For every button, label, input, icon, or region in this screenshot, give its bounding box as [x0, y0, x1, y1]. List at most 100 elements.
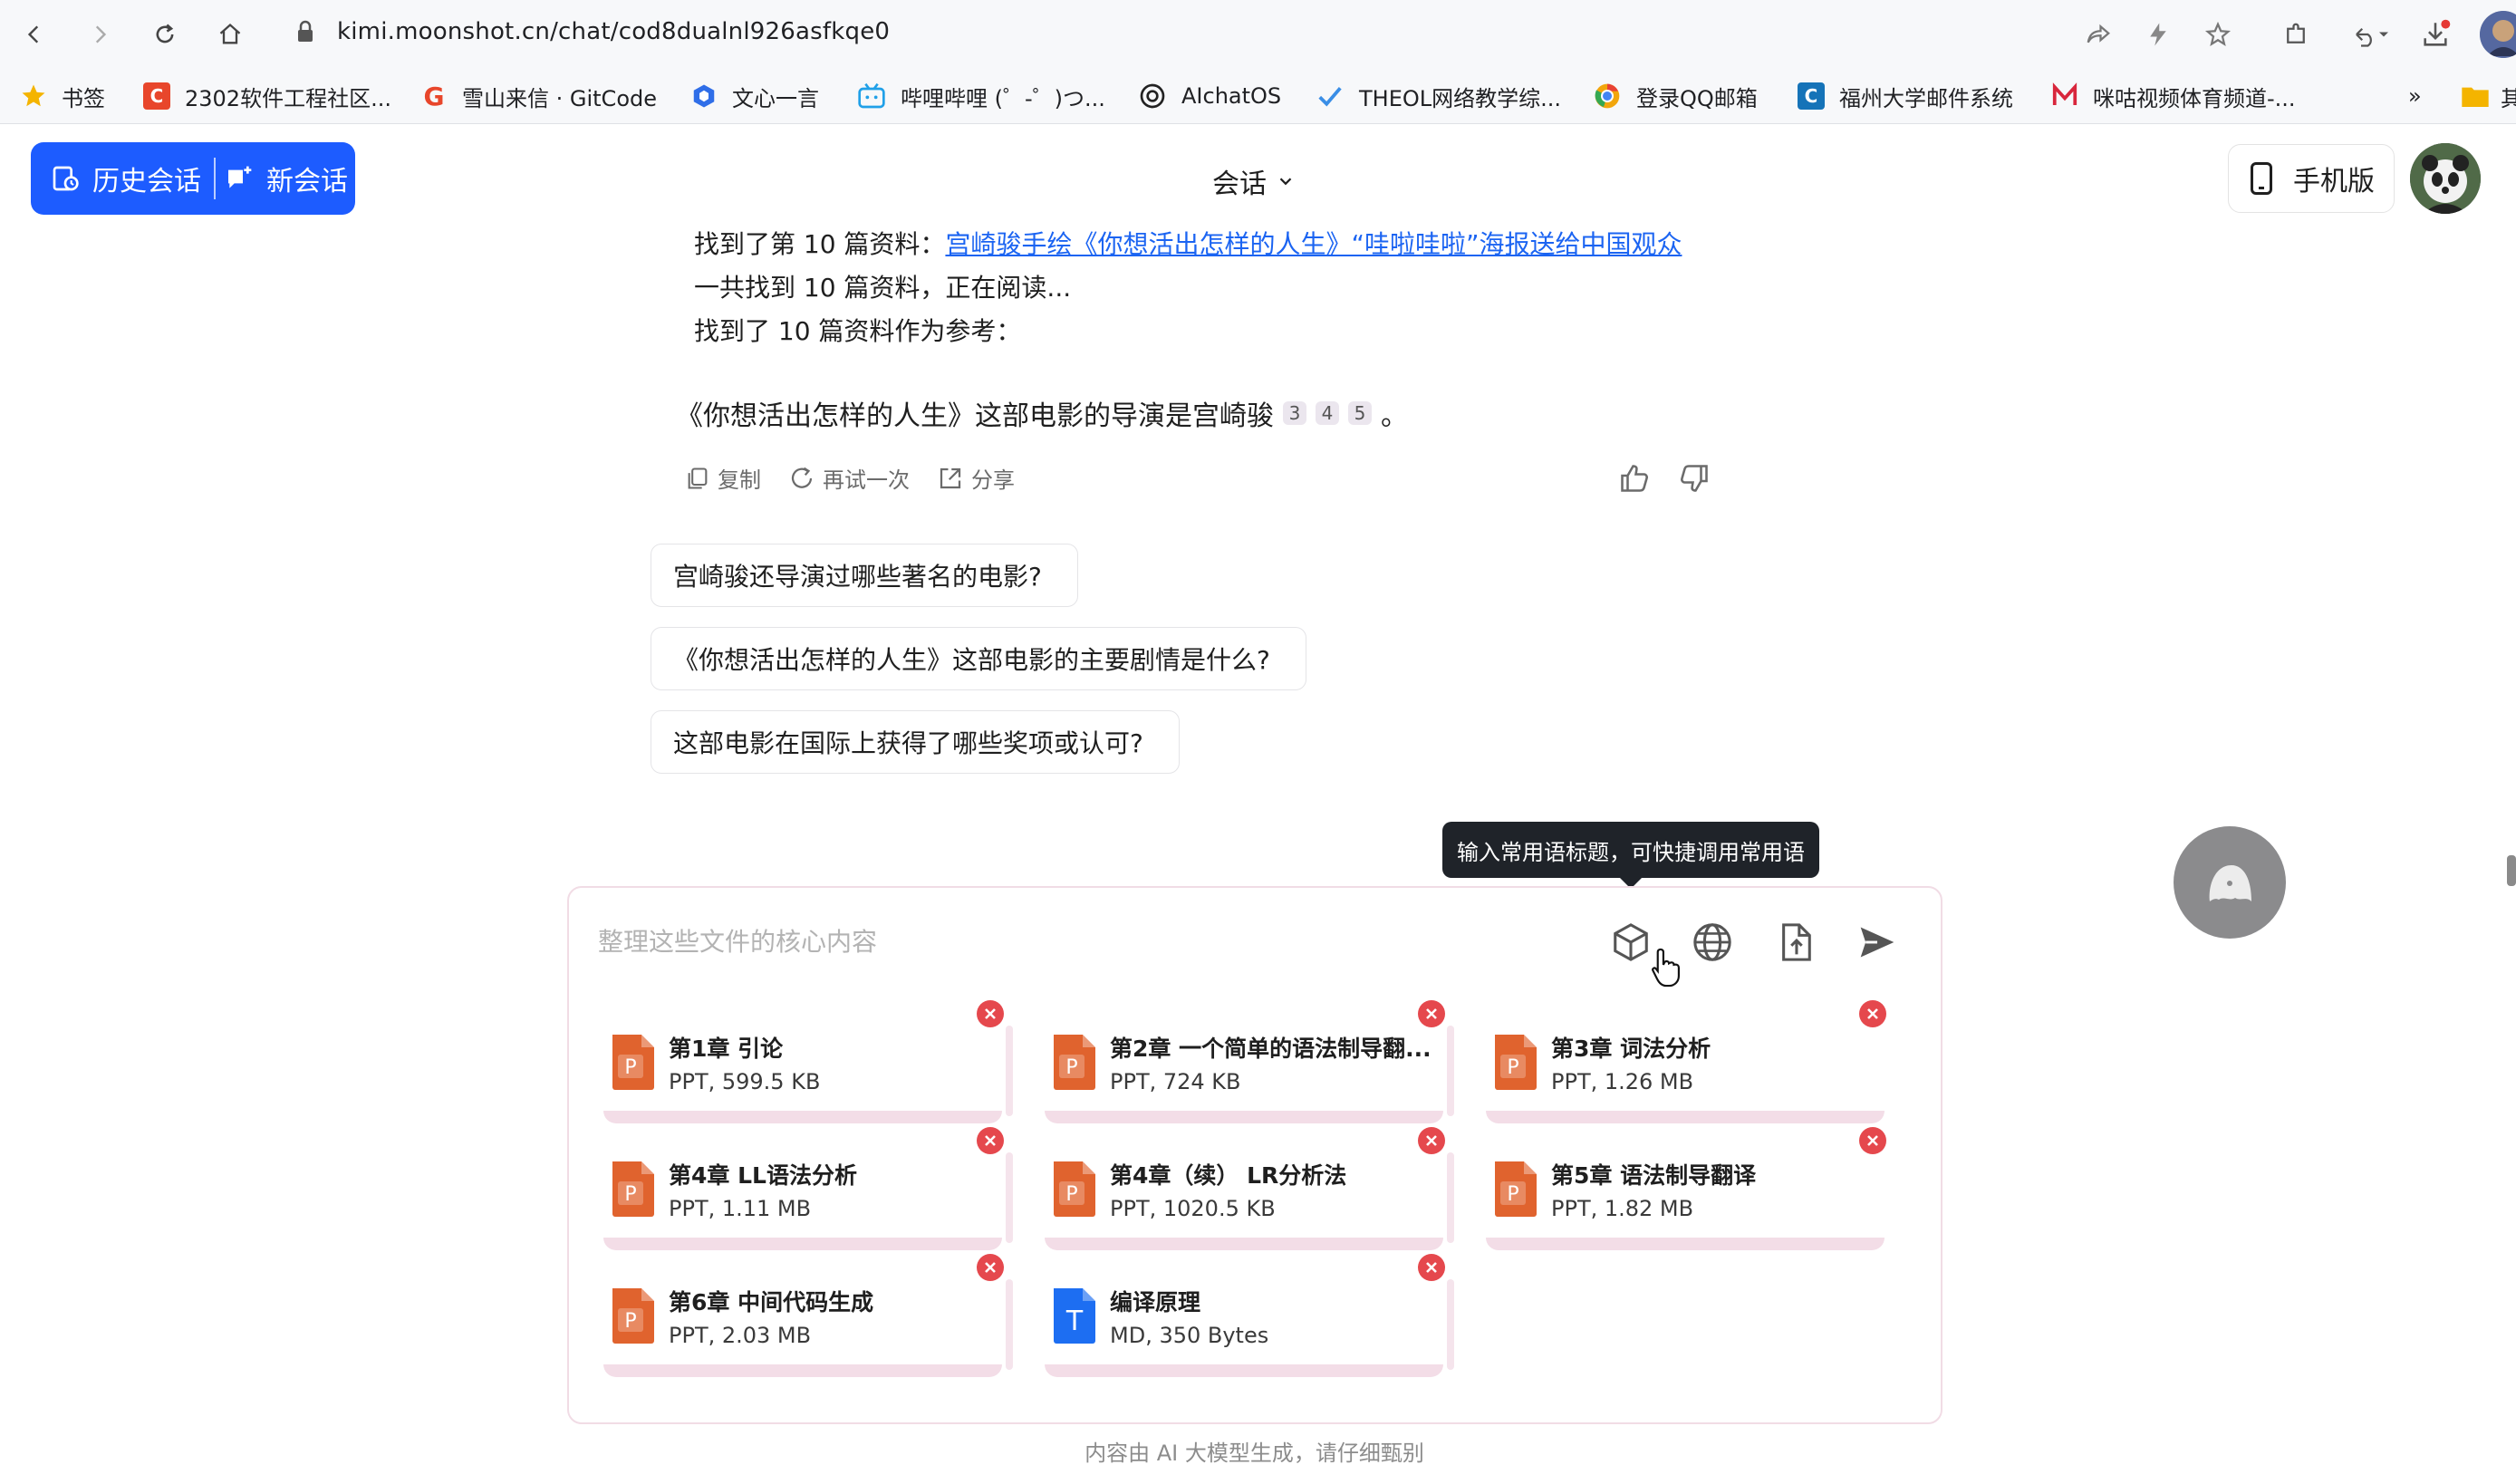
- remove-file-button[interactable]: [977, 1000, 1004, 1027]
- upload-file-button[interactable]: [1770, 917, 1821, 968]
- svg-text:P: P: [1065, 1183, 1077, 1206]
- downloads-button[interactable]: [2415, 14, 2455, 54]
- floating-assistant-button[interactable]: [2174, 826, 2286, 939]
- file-card-shadow: [1045, 1111, 1443, 1123]
- file-card[interactable]: T 编译原理 MD, 350 Bytes: [1036, 1258, 1454, 1377]
- bookmark-label: THEOL网络教学综...: [1359, 85, 1562, 111]
- home-button[interactable]: [208, 13, 252, 56]
- citation-3[interactable]: 3: [1283, 401, 1306, 425]
- bookmark-label: 书签: [62, 85, 105, 111]
- bookmark-bilibili[interactable]: 哔哩哔哩 (゜-゜)つ...: [857, 80, 1105, 112]
- file-card[interactable]: P 第1章 引论 PPT, 599.5 KB: [594, 1004, 1013, 1123]
- conversation-title-dropdown[interactable]: 会话: [1212, 161, 1296, 201]
- bookmark-label: 雪山来信 · GitCode: [462, 85, 658, 111]
- bilibili-tv-icon: [858, 82, 885, 109]
- file-meta: PPT, 1.82 MB: [1551, 1196, 1694, 1221]
- bookmark-fzu-mail[interactable]: C 福州大学邮件系统: [1798, 80, 2013, 112]
- citation-5[interactable]: 5: [1348, 401, 1372, 425]
- hand-cursor-icon: [1651, 946, 1682, 989]
- answer-text: 《你想活出怎样的人生》这部电影的导演是宫崎骏: [676, 400, 1274, 432]
- history-button[interactable]: 历史会话: [31, 142, 216, 215]
- assistant-answer: 《你想活出怎样的人生》这部电影的导演是宫崎骏 3 4 5 。: [676, 393, 1408, 433]
- remove-file-button[interactable]: [1418, 1127, 1445, 1154]
- file-card[interactable]: P 第4章（续） LR分析法 PPT, 1020.5 KB: [1036, 1131, 1454, 1250]
- share-page-button[interactable]: [2078, 14, 2118, 54]
- undo-menu-button[interactable]: [2350, 14, 2390, 54]
- thumbs-up-button[interactable]: [1618, 462, 1651, 495]
- svg-text:P: P: [1507, 1183, 1518, 1206]
- bookmark-gitcode[interactable]: G 雪山来信 · GitCode: [420, 80, 658, 112]
- retry-button[interactable]: 再试一次: [788, 462, 910, 494]
- file-name: 第6章 中间代码生成: [669, 1289, 874, 1315]
- thumbs-down-button[interactable]: [1678, 462, 1711, 495]
- bookmark-theol[interactable]: THEOL网络教学综...: [1316, 80, 1561, 112]
- file-card-edge: [1006, 1026, 1013, 1116]
- folder-icon: [2462, 87, 2489, 107]
- copy-button[interactable]: 复制: [685, 462, 761, 494]
- file-card[interactable]: P 第6章 中间代码生成 PPT, 2.03 MB: [594, 1258, 1013, 1377]
- ppt-file-icon: P: [1054, 1161, 1095, 1217]
- bookmark-qqmail[interactable]: 登录QQ邮箱: [1593, 80, 1758, 112]
- mobile-version-button[interactable]: 手机版: [2228, 144, 2395, 213]
- close-icon: [985, 1262, 996, 1273]
- bookmark-aichatos[interactable]: AIchatOS: [1138, 80, 1281, 112]
- bookmark-wenxin[interactable]: 文心一言: [690, 80, 819, 112]
- file-card-shadow: [1486, 1238, 1885, 1250]
- suggested-question[interactable]: 这部电影在国际上获得了哪些奖项或认可?: [651, 710, 1180, 774]
- file-card-shadow: [1045, 1238, 1443, 1250]
- send-button[interactable]: [1852, 917, 1903, 968]
- remove-file-button[interactable]: [1418, 1000, 1445, 1027]
- history-icon: [53, 166, 79, 191]
- star-icon: [22, 84, 45, 107]
- user-avatar[interactable]: [2410, 143, 2481, 214]
- bookmark-csdn[interactable]: C 2302软件工程社区...: [143, 80, 391, 112]
- chat-input[interactable]: 整理这些文件的核心内容: [598, 922, 877, 959]
- theol-check-icon: [1318, 87, 1342, 107]
- refresh-icon: [791, 467, 813, 488]
- remove-file-button[interactable]: [977, 1254, 1004, 1281]
- file-card[interactable]: P 第4章 LL语法分析 PPT, 1.11 MB: [594, 1131, 1013, 1250]
- download-icon: [2424, 19, 2451, 46]
- scrollbar-thumb[interactable]: [2507, 855, 2516, 886]
- chevron-down-icon: [1279, 178, 1292, 186]
- file-card[interactable]: P 第2章 一个简单的语法制导翻... PPT, 724 KB: [1036, 1004, 1454, 1123]
- new-conversation-button[interactable]: 新会话: [216, 142, 348, 215]
- address-bar[interactable]: kimi.moonshot.cn/chat/cod8dualnl926asfkq…: [337, 18, 890, 45]
- remove-file-button[interactable]: [977, 1127, 1004, 1154]
- star-outline-icon: [2204, 21, 2232, 47]
- bookmarks-more-button[interactable]: »: [2408, 80, 2422, 112]
- back-button[interactable]: [13, 13, 56, 56]
- browser-toolbar: kimi.moonshot.cn/chat/cod8dualnl926asfkq…: [0, 0, 2516, 69]
- ppt-file-icon: P: [1495, 1035, 1537, 1090]
- extensions-button[interactable]: [2276, 14, 2316, 54]
- globe-icon: [1693, 923, 1731, 961]
- source-link[interactable]: 宫崎骏手绘《你想活出怎样的人生》“哇啦哇啦”海报送给中国观众: [945, 229, 1682, 259]
- bookmark-shubiao[interactable]: 书签: [20, 80, 105, 112]
- suggested-question[interactable]: 宫崎骏还导演过哪些著名的电影?: [651, 544, 1078, 607]
- file-meta: PPT, 599.5 KB: [669, 1069, 821, 1094]
- bookmark-folder[interactable]: 其: [2461, 80, 2516, 112]
- citation-4[interactable]: 4: [1316, 401, 1339, 425]
- browser-profile-avatar[interactable]: [2480, 11, 2516, 58]
- file-card[interactable]: P 第3章 词法分析 PPT, 1.26 MB: [1477, 1004, 1892, 1123]
- file-card[interactable]: P 第5章 语法制导翻译 PPT, 1.82 MB: [1477, 1131, 1892, 1250]
- common-phrases-button[interactable]: [1605, 917, 1656, 968]
- bookmark-migu[interactable]: 咪咕视频体育频道-...: [2051, 80, 2296, 112]
- remove-file-button[interactable]: [1418, 1254, 1445, 1281]
- svg-text:T: T: [1065, 1306, 1084, 1337]
- suggested-question[interactable]: 《你想活出怎样的人生》这部电影的主要剧情是什么?: [651, 627, 1306, 690]
- remove-file-button[interactable]: [1859, 1000, 1886, 1027]
- bookmark-label: AIchatOS: [1181, 83, 1282, 109]
- close-icon: [1426, 1262, 1437, 1273]
- reload-button[interactable]: [143, 13, 187, 56]
- bookmark-star-button[interactable]: [2198, 14, 2238, 54]
- undo-icon: [2356, 27, 2388, 47]
- share-icon: [940, 467, 961, 488]
- svg-text:P: P: [624, 1056, 636, 1079]
- web-search-button[interactable]: [1687, 917, 1738, 968]
- share-button[interactable]: 分享: [937, 462, 1015, 494]
- remove-file-button[interactable]: [1859, 1127, 1886, 1154]
- forward-button[interactable]: [78, 13, 121, 56]
- lightning-button[interactable]: [2138, 14, 2178, 54]
- search-status-reference: 找到了 10 篇资料作为参考：: [694, 316, 1022, 346]
